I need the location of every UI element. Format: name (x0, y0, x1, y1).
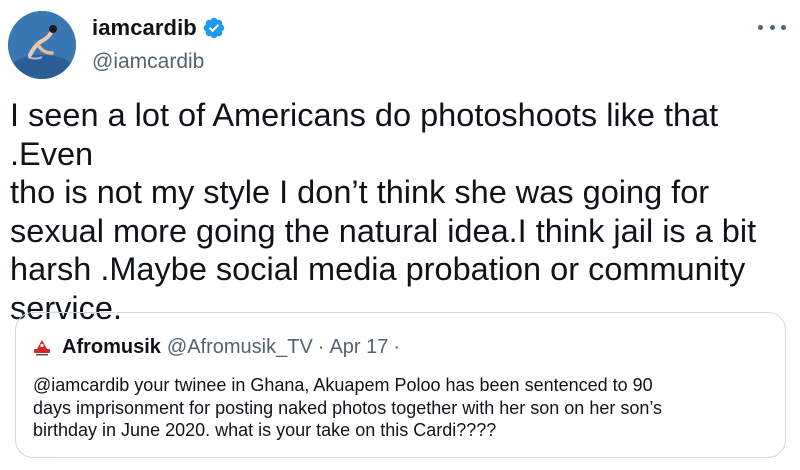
author-avatar[interactable] (8, 11, 76, 79)
quoted-tweet-text: @iamcardib your twinee in Ghana, Akuapem… (33, 374, 778, 442)
tweet-text-line: sexual more going the natural idea.I thi… (10, 212, 757, 249)
more-dot (769, 24, 775, 30)
author-name-row: iamcardib (92, 15, 226, 41)
tweet: iamcardib @iamcardib I seen a lot of Ame… (0, 0, 800, 470)
tweet-text: I seen a lot of Americans do photoshoots… (10, 96, 785, 327)
tweet-text-line: harsh .Maybe social media probation or c… (10, 251, 746, 287)
tweet-text-line: I seen a lot of Americans do photoshoots… (10, 97, 728, 172)
quoted-tweet-header: Afromusik @Afromusik_TV · Apr 17 · (30, 335, 405, 359)
author-display-name[interactable]: iamcardib (92, 15, 197, 41)
author-handle[interactable]: @iamcardib (92, 50, 226, 74)
quoted-tweet[interactable]: Afromusik @Afromusik_TV · Apr 17 · @iamc… (15, 312, 786, 458)
tweet-text-line: tho is not my style I don’t think she wa… (10, 174, 710, 210)
separator-dot: · (393, 335, 401, 358)
quoted-display-name[interactable]: Afromusik (62, 336, 161, 359)
more-dot (758, 24, 763, 30)
profile-avatar-icon (8, 11, 76, 79)
more-options-icon[interactable] (758, 18, 786, 36)
quoted-date[interactable]: Apr 17 (329, 336, 388, 359)
quoted-handle[interactable]: @Afromusik_TV (167, 336, 313, 359)
more-dot (781, 24, 786, 30)
quoted-text-line: birthday in June 2020. what is your take… (33, 420, 497, 440)
separator-dot: · (317, 335, 325, 358)
verified-badge-icon (202, 16, 226, 40)
tweet-author[interactable]: iamcardib @iamcardib (92, 15, 226, 74)
quoted-text-line: @iamcardib your twinee in Ghana, Akuapem… (33, 375, 653, 395)
quoted-text-line: days imprisonment for posting naked phot… (33, 397, 663, 418)
afromusik-logo-icon[interactable] (30, 335, 54, 359)
